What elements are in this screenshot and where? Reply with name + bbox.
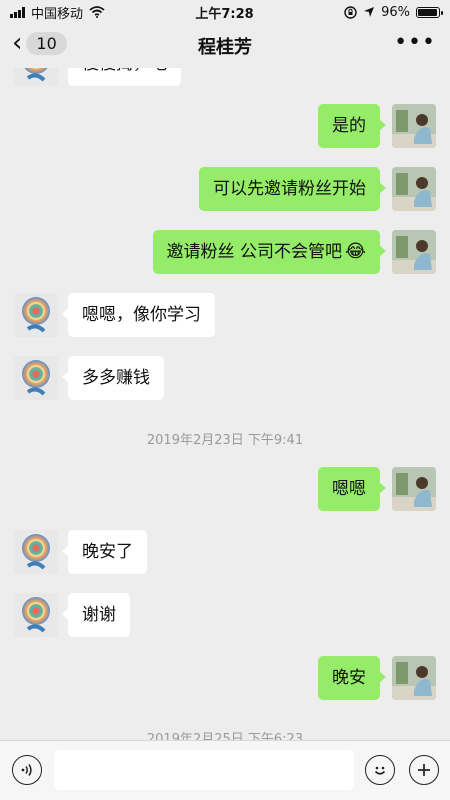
location-icon <box>364 7 375 17</box>
sent-message-bubble[interactable]: 邀请粉丝 公司不会管吧 😂 <box>152 230 387 274</box>
user-photo-avatar-image <box>392 167 436 211</box>
status-right: 96% <box>344 4 443 20</box>
message-row: 晚安了 <box>0 530 450 576</box>
contact-avatar[interactable] <box>14 530 58 574</box>
status-left: 中国移动 <box>10 3 105 22</box>
back-button[interactable]: ‹ 10 <box>12 30 67 56</box>
plus-icon <box>418 764 430 776</box>
unread-count-badge: 10 <box>26 31 67 55</box>
laughing-tears-emoji: 😂 <box>344 241 366 262</box>
chat-timestamp: 2019年2月25日 下午6:23 <box>146 732 304 740</box>
chat-title: 程桂芳 <box>198 37 252 58</box>
my-avatar[interactable] <box>392 467 436 511</box>
emoji-button[interactable] <box>365 755 395 785</box>
message-row: 慢慢捣，吧 <box>0 68 450 88</box>
message-row: 多多赚钱 <box>0 356 450 402</box>
lollipop-avatar-image <box>14 593 58 637</box>
status-bar: 中国移动 上午7:28 96% <box>0 0 450 24</box>
contact-avatar[interactable] <box>14 593 58 637</box>
received-message-bubble[interactable]: 慢慢捣，吧 <box>62 68 181 86</box>
sent-message-bubble[interactable]: 晚安 <box>318 656 386 700</box>
message-text: 邀请粉丝 公司不会管吧 <box>166 242 342 262</box>
carrier-label: 中国移动 <box>31 6 84 22</box>
user-photo-avatar-image <box>392 467 436 511</box>
contact-avatar[interactable] <box>14 68 58 86</box>
lollipop-avatar-image <box>14 293 58 337</box>
voice-icon <box>21 764 32 776</box>
message-row: 谢谢 <box>0 593 450 639</box>
message-input[interactable] <box>54 750 354 790</box>
wifi-icon <box>89 6 105 18</box>
sent-message-bubble[interactable]: 嗯嗯 <box>318 467 386 511</box>
voice-button[interactable] <box>12 755 42 785</box>
contact-avatar[interactable] <box>14 293 58 337</box>
my-avatar[interactable] <box>392 656 436 700</box>
contact-avatar[interactable] <box>14 356 58 400</box>
lollipop-avatar-image <box>14 68 58 86</box>
received-message-bubble[interactable]: 谢谢 <box>62 593 130 637</box>
nav-bar: ‹ 10 程桂芳 ••• <box>0 24 450 68</box>
battery-percent: 96% <box>381 4 410 20</box>
received-message-bubble[interactable]: 多多赚钱 <box>62 356 164 400</box>
chat-timestamp: 2019年2月23日 下午9:41 <box>146 433 304 448</box>
battery-icon <box>415 6 443 18</box>
user-photo-avatar-image <box>392 104 436 148</box>
chat-message-list[interactable]: 慢慢捣，吧 是的 可以先邀请粉丝开始 邀请粉丝 公司不会管吧😂 嗯嗯，像你学习 … <box>0 68 450 740</box>
message-row: 嗯嗯，像你学习 <box>0 293 450 339</box>
message-row: 是的 <box>0 104 450 150</box>
sent-message-bubble[interactable]: 是的 <box>318 104 386 148</box>
sent-message-bubble[interactable]: 可以先邀请粉丝开始 <box>199 167 386 211</box>
received-message-bubble[interactable]: 嗯嗯，像你学习 <box>62 293 215 337</box>
message-row: 嗯嗯 <box>0 467 450 513</box>
battery-fill <box>417 8 438 16</box>
lollipop-avatar-image <box>14 530 58 574</box>
my-avatar[interactable] <box>392 167 436 211</box>
rotation-lock-icon <box>344 5 357 19</box>
lollipop-avatar-image <box>14 356 58 400</box>
more-options-icon[interactable]: ••• <box>394 32 436 54</box>
emoji-icon <box>374 766 386 775</box>
my-avatar[interactable] <box>392 230 436 274</box>
signal-icon <box>10 6 25 18</box>
message-row: 晚安 <box>0 656 450 702</box>
message-row: 邀请粉丝 公司不会管吧 😂 <box>0 230 450 276</box>
message-row: 可以先邀请粉丝开始 <box>0 167 450 213</box>
status-time: 上午7:28 <box>195 6 254 22</box>
user-photo-avatar-image <box>392 656 436 700</box>
my-avatar[interactable] <box>392 104 436 148</box>
input-bar <box>0 740 450 800</box>
user-photo-avatar-image <box>392 230 436 274</box>
more-functions-button[interactable] <box>409 755 439 785</box>
received-message-bubble[interactable]: 晚安了 <box>62 530 147 574</box>
chevron-left-icon: ‹ <box>12 28 23 58</box>
